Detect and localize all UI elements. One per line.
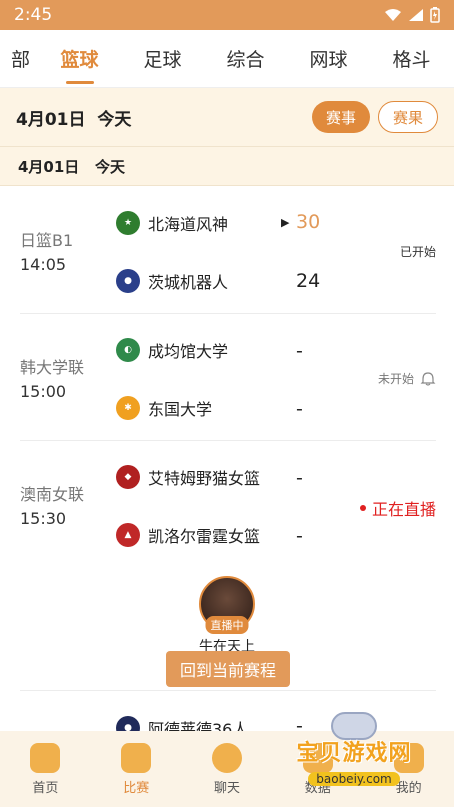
league-name: 日篮B1 bbox=[20, 231, 74, 250]
match-status: 未开始 bbox=[378, 370, 436, 387]
watermark-url: baobeiy.com bbox=[308, 772, 400, 786]
nav-home-label: 首页 bbox=[32, 780, 59, 796]
league-name: 澳南女联 bbox=[20, 485, 85, 504]
match-status-text: 未开始 bbox=[377, 372, 414, 386]
schedule-button[interactable]: 赛事 bbox=[311, 101, 370, 133]
home-team-name: 北海道风神 bbox=[148, 215, 229, 234]
away-team: ● 茨城机器人 bbox=[116, 266, 228, 296]
away-score: - bbox=[296, 525, 303, 547]
away-team-name: 凯洛尔雷霆女篮 bbox=[148, 527, 261, 546]
watermark: 宝贝游戏网 baobeiy.com bbox=[279, 712, 429, 800]
team-logo-icon: ★ bbox=[116, 211, 140, 235]
away-team-name: 茨城机器人 bbox=[148, 273, 229, 292]
tab-all[interactable]: 部 bbox=[0, 45, 38, 72]
status-bar: 2:45 bbox=[0, 0, 454, 30]
team-logo-icon: ✱ bbox=[116, 396, 140, 420]
team-logo-icon: ◆ bbox=[116, 465, 140, 489]
team-logo-icon: ▲ bbox=[116, 523, 140, 547]
section-day: 今天 bbox=[94, 157, 125, 176]
wifi-icon bbox=[385, 9, 401, 21]
status-time: 2:45 bbox=[14, 5, 53, 25]
match-time: 15:00 bbox=[20, 382, 67, 401]
tab-tennis[interactable]: 网球 bbox=[287, 45, 370, 72]
scoreboard-icon bbox=[121, 742, 152, 773]
live-dot-icon bbox=[359, 505, 366, 511]
match-time: 15:30 bbox=[20, 509, 67, 528]
live-anchor[interactable]: 直播中 牛在天上 bbox=[190, 576, 264, 656]
sport-tabs: 部 篮球 足球 综合 网球 格斗 bbox=[0, 30, 454, 88]
home-team: ◆ 艾特姆野猫女篮 bbox=[116, 462, 260, 492]
match-row[interactable]: 韩大学联 15:00 ◐ 成均馆大学 - 未开始 ✱ 东国大学 - bbox=[20, 314, 436, 441]
tab-general[interactable]: 综合 bbox=[204, 45, 287, 72]
nav-matches[interactable]: 比赛 bbox=[91, 731, 182, 807]
match-status-text: 正在直播 bbox=[371, 500, 436, 519]
date-bar: 4月01日 今天 赛事 赛果 bbox=[0, 88, 454, 146]
status-icons bbox=[384, 7, 440, 23]
gamepad-icon bbox=[331, 712, 377, 740]
team-logo-icon: ◐ bbox=[116, 338, 140, 362]
home-icon bbox=[30, 742, 61, 773]
tab-basketball[interactable]: 篮球 bbox=[38, 45, 121, 84]
day-text: 今天 bbox=[97, 109, 132, 130]
league-info: 澳南女联 15:30 bbox=[20, 483, 84, 531]
match-status: 已开始 bbox=[399, 245, 436, 259]
away-score: 24 bbox=[296, 270, 321, 292]
watermark-title: 宝贝游戏网 bbox=[296, 741, 412, 766]
nav-chat-label: 聊天 bbox=[213, 780, 240, 796]
nav-matches-label: 比赛 bbox=[123, 780, 150, 796]
home-score: - bbox=[296, 340, 303, 362]
bell-icon[interactable] bbox=[420, 371, 436, 387]
tab-football[interactable]: 足球 bbox=[121, 45, 204, 72]
date-title: 4月01日 今天 bbox=[16, 105, 304, 130]
results-button[interactable]: 赛果 bbox=[377, 101, 438, 133]
home-score: - bbox=[296, 467, 303, 489]
live-badge: 直播中 bbox=[205, 616, 249, 634]
date-text: 4月01日 bbox=[16, 109, 86, 130]
league-info: 日篮B1 14:05 bbox=[20, 229, 73, 277]
nav-chat[interactable]: 聊天 bbox=[182, 731, 273, 807]
back-to-current-button[interactable]: 回到当前赛程 bbox=[166, 651, 290, 687]
away-team: ✱ 东国大学 bbox=[116, 393, 212, 423]
home-team-name: 成均馆大学 bbox=[148, 342, 229, 361]
match-status: 正在直播 bbox=[359, 496, 436, 520]
battery-icon bbox=[430, 7, 440, 23]
match-row[interactable]: 日篮B1 14:05 ★ 北海道风神 ▶ 30 已开始 ● 茨城机器人 24 bbox=[20, 187, 436, 314]
avatar[interactable]: 直播中 bbox=[199, 576, 255, 634]
signal-icon bbox=[409, 9, 423, 21]
league-info: 韩大学联 15:00 bbox=[20, 356, 84, 404]
away-score: - bbox=[296, 398, 303, 420]
league-name: 韩大学联 bbox=[20, 358, 85, 377]
nav-home[interactable]: 首页 bbox=[0, 731, 91, 807]
away-team-name: 东国大学 bbox=[148, 400, 213, 419]
home-team: ◐ 成均馆大学 bbox=[116, 335, 228, 365]
tab-fighting[interactable]: 格斗 bbox=[370, 45, 453, 72]
team-logo-icon: ● bbox=[116, 269, 140, 293]
match-time: 14:05 bbox=[20, 255, 67, 274]
chat-icon bbox=[211, 742, 242, 773]
home-team: ★ 北海道风神 bbox=[116, 208, 228, 238]
section-date: 4月01日 bbox=[18, 157, 80, 176]
match-row[interactable]: 澳南女联 15:30 ◆ 艾特姆野猫女篮 - 正在直播 ▲ 凯洛尔雷霆女篮 - bbox=[20, 441, 436, 568]
date-section-header: 4月01日 今天 bbox=[0, 146, 454, 186]
home-team-name: 艾特姆野猫女篮 bbox=[148, 469, 261, 488]
leading-arrow-icon: ▶ bbox=[281, 216, 290, 229]
away-team: ▲ 凯洛尔雷霆女篮 bbox=[116, 520, 260, 550]
home-score: 30 bbox=[296, 211, 321, 233]
